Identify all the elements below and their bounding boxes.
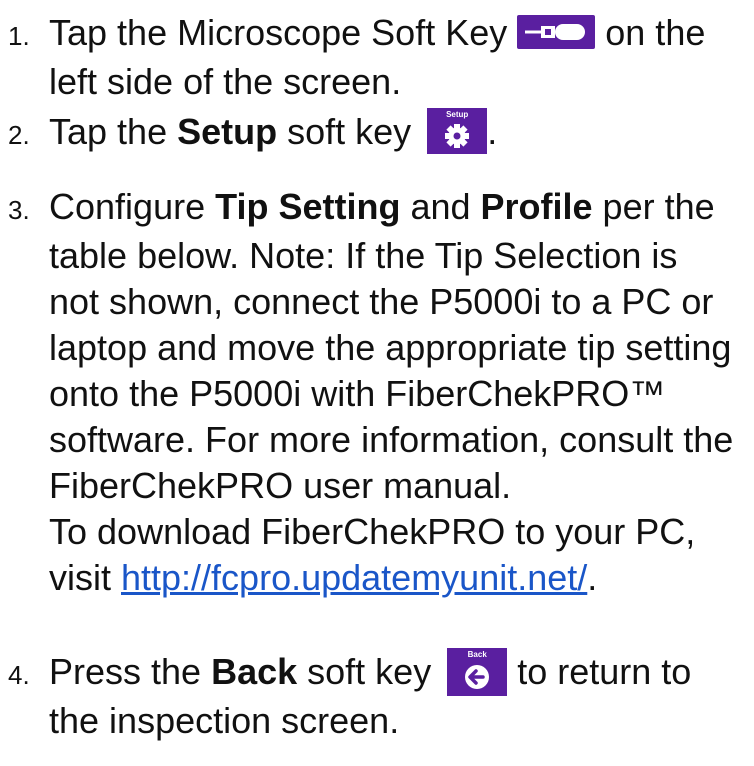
- step-text: left side of the screen.: [49, 61, 402, 102]
- setup-soft-key[interactable]: Setup: [427, 108, 488, 154]
- microscope-icon: [525, 24, 586, 40]
- step-3-link-line: visit http://fcpro.updatemyunit.net/.: [8, 555, 754, 601]
- step-text: laptop and move the appropriate tip sett…: [49, 327, 732, 368]
- step-text: per the: [592, 186, 715, 227]
- step-2: 2. Tap the Setup soft key Setup .: [8, 108, 754, 158]
- instructions-page: 1. Tap the Microscope Soft Key on the lef…: [0, 0, 754, 766]
- step-text: onto the P5000i with FiberChekPRO™: [49, 373, 666, 414]
- step-number: 4.: [8, 660, 30, 690]
- step-4-line-1: 4. Press the Back soft key Back to return…: [8, 648, 754, 698]
- gear-icon: [445, 124, 470, 148]
- step-text: software. For more information, consult …: [49, 419, 734, 460]
- step-text: the inspection screen.: [49, 700, 400, 741]
- step-text: soft key: [297, 651, 432, 692]
- back-soft-key[interactable]: Back: [447, 648, 508, 696]
- step-3-line-1: 3. Configure Tip Setting and Profile per …: [8, 184, 754, 233]
- step-text: soft key: [277, 111, 412, 152]
- step-1-line-1: 1. Tap the Microscope Soft Key on the: [8, 10, 754, 59]
- step-bold: Setup: [177, 111, 278, 152]
- step-3: 3. Configure Tip Setting and Profile per …: [8, 184, 754, 601]
- step-text: .: [587, 557, 598, 598]
- step-text: Tap the Microscope Soft Key: [49, 12, 508, 53]
- step-text: and: [400, 186, 481, 227]
- step-text: table below. Note: If the Tip Selection …: [49, 235, 678, 276]
- step-bold: Profile: [480, 186, 593, 227]
- step-number: 2.: [8, 120, 30, 150]
- step-text: FiberChekPRO user manual.: [49, 465, 512, 506]
- step-1: 1. Tap the Microscope Soft Key on the lef…: [8, 10, 754, 105]
- step-text: not shown, connect the P5000i to a PC or: [49, 281, 714, 322]
- step-text: visit: [49, 557, 121, 598]
- step-text: To download FiberChekPRO to your PC,: [49, 511, 696, 552]
- step-2-line-1: 2. Tap the Setup soft key Setup .: [8, 108, 754, 158]
- step-text: Tap the: [49, 111, 178, 152]
- step-4: 4. Press the Back soft key Back to return…: [8, 648, 754, 744]
- step-text: .: [487, 111, 498, 152]
- download-link[interactable]: http://fcpro.updatemyunit.net/: [121, 557, 587, 598]
- step-bold: Tip Setting: [215, 186, 401, 227]
- microscope-soft-key[interactable]: [517, 15, 596, 49]
- step-number: 3.: [8, 195, 30, 225]
- step-number: 1.: [8, 21, 30, 51]
- step-text: on the: [605, 12, 706, 53]
- step-text: to return to: [507, 651, 692, 692]
- step-text: Press the: [49, 651, 212, 692]
- back-arrow-icon: [465, 665, 490, 689]
- step-bold: Back: [211, 651, 298, 692]
- step-text: Configure: [49, 186, 216, 227]
